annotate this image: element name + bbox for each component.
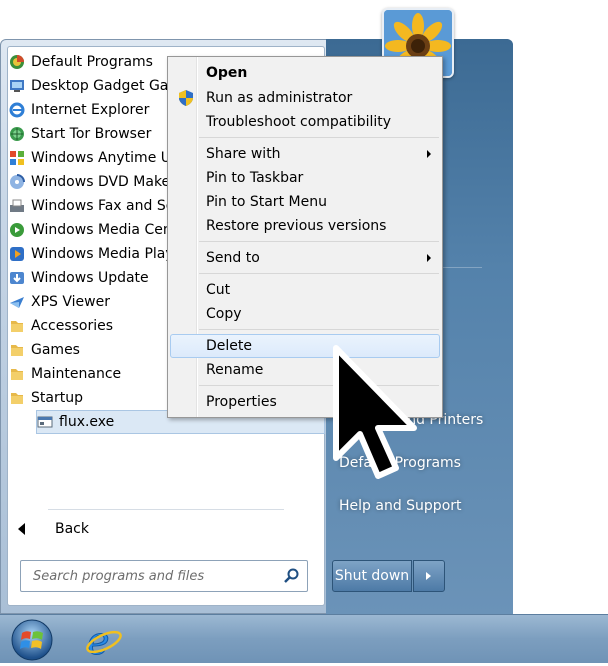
program-label: Windows DVD Maker <box>31 174 176 190</box>
menu-item-label: Delete <box>206 338 252 354</box>
menu-item-copy[interactable]: Copy <box>170 302 440 326</box>
menu-item-label: Properties <box>206 394 277 410</box>
menu-item-troubleshoot-compatibility[interactable]: Troubleshoot compatibility <box>170 110 440 134</box>
shutdown-label: Shut down <box>334 568 410 584</box>
menu-item-pin-to-taskbar[interactable]: Pin to Taskbar <box>170 166 440 190</box>
menu-item-label: Copy <box>206 306 242 322</box>
search-box[interactable] <box>20 560 308 592</box>
start-button[interactable] <box>10 618 54 662</box>
shutdown-options-button[interactable] <box>413 560 445 592</box>
uac-shield-icon <box>178 89 194 111</box>
internet-explorer-taskbar-button[interactable]: e <box>84 619 124 664</box>
internet-explorer-icon: e <box>86 619 122 664</box>
default-programs-link[interactable]: Default Programs <box>339 455 461 471</box>
menu-item-label: Open <box>206 65 248 81</box>
back-label: Back <box>55 521 89 537</box>
program-label: Internet Explorer <box>31 102 150 118</box>
exe-file-icon <box>37 414 53 430</box>
menu-item-open[interactable]: Open <box>170 61 440 85</box>
folder-icon <box>9 366 25 382</box>
menu-separator <box>199 329 439 330</box>
tor-browser-icon <box>9 126 25 142</box>
submenu-arrow-icon <box>427 254 431 262</box>
media-player-icon <box>9 246 25 262</box>
gadget-gallery-icon <box>9 78 25 94</box>
menu-item-share-with[interactable]: Share with <box>170 142 440 166</box>
menu-item-label: Restore previous versions <box>206 218 387 234</box>
folder-icon <box>9 342 25 358</box>
shutdown-button[interactable]: Shut down <box>332 560 412 592</box>
left-pane-divider <box>48 509 284 510</box>
svg-text:e: e <box>87 620 110 660</box>
chevron-right-icon <box>426 572 431 580</box>
default-programs-icon <box>9 54 25 70</box>
folder-icon <box>9 390 25 406</box>
menu-item-label: Run as administrator <box>206 90 353 106</box>
xps-viewer-icon <box>9 294 25 310</box>
internet-explorer-icon <box>9 102 25 118</box>
submenu-arrow-icon <box>427 150 431 158</box>
program-label: XPS Viewer <box>31 294 110 310</box>
folder-label: Maintenance <box>31 366 122 382</box>
back-arrow-icon <box>18 523 25 535</box>
program-label: Start Tor Browser <box>31 126 152 142</box>
menu-item-send-to[interactable]: Send to <box>170 246 440 270</box>
menu-item-label: Troubleshoot compatibility <box>206 114 392 130</box>
menu-item-cut[interactable]: Cut <box>170 278 440 302</box>
back-button[interactable]: Back <box>18 516 89 542</box>
menu-item-pin-to-start-menu[interactable]: Pin to Start Menu <box>170 190 440 214</box>
program-label: Default Programs <box>31 54 153 70</box>
menu-item-delete[interactable]: Delete <box>170 334 440 358</box>
menu-separator <box>199 385 439 386</box>
help-and-support-link[interactable]: Help and Support <box>339 498 462 514</box>
menu-separator <box>199 273 439 274</box>
program-label: Windows Update <box>31 270 149 286</box>
menu-item-label: Rename <box>206 362 264 378</box>
program-label: Windows Media Player <box>31 246 189 262</box>
menu-item-label: Cut <box>206 282 231 298</box>
menu-separator <box>199 241 439 242</box>
dvd-maker-icon <box>9 174 25 190</box>
menu-item-label: Send to <box>206 250 260 266</box>
menu-item-label: Pin to Taskbar <box>206 170 304 186</box>
search-icon[interactable] <box>283 568 299 588</box>
folder-label: Startup <box>31 390 83 406</box>
search-input[interactable] <box>31 567 275 585</box>
menu-item-label: Pin to Start Menu <box>206 194 327 210</box>
folder-label: Games <box>31 342 80 358</box>
menu-item-restore-previous-versions[interactable]: Restore previous versions <box>170 214 440 238</box>
menu-item-run-as-administrator[interactable]: Run as administrator <box>170 86 440 110</box>
menu-item-properties[interactable]: Properties <box>170 390 440 414</box>
folder-icon <box>9 318 25 334</box>
menu-item-rename[interactable]: Rename <box>170 358 440 382</box>
anytime-upgrade-icon <box>9 150 25 166</box>
folder-label: Accessories <box>31 318 114 334</box>
fax-scan-icon <box>9 198 25 214</box>
windows-update-icon <box>9 270 25 286</box>
windows-logo-icon <box>11 619 53 661</box>
selected-program-label: flux.exe <box>59 414 115 430</box>
media-center-icon <box>9 222 25 238</box>
menu-separator <box>199 137 439 138</box>
menu-item-label: Share with <box>206 146 281 162</box>
